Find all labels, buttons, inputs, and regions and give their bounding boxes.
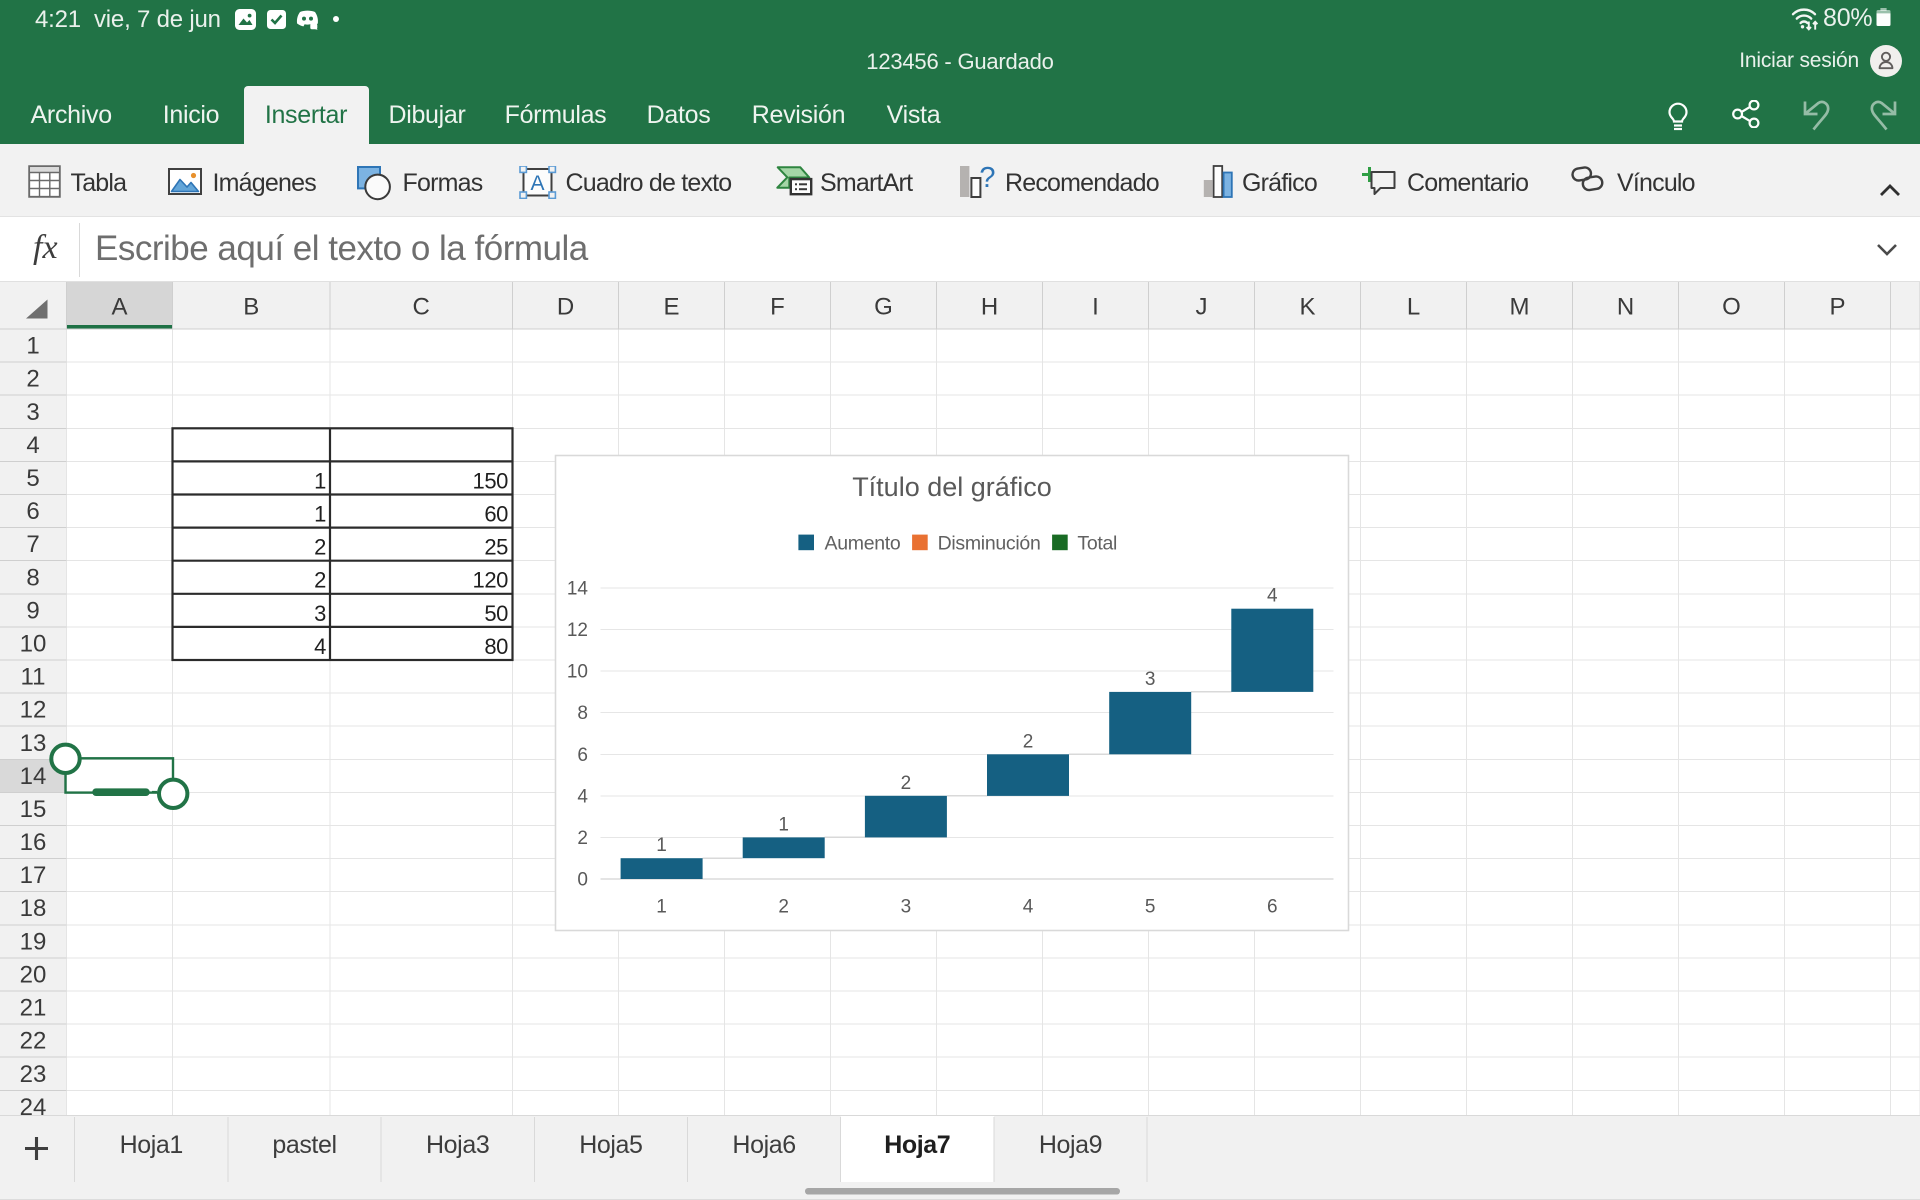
svg-text:12: 12 bbox=[567, 620, 588, 641]
svg-text:0: 0 bbox=[577, 870, 588, 891]
svg-text:C: C bbox=[413, 294, 430, 321]
svg-text:3: 3 bbox=[26, 399, 39, 426]
svg-text:50: 50 bbox=[484, 601, 508, 626]
svg-text:J: J bbox=[1196, 294, 1208, 321]
svg-text:22: 22 bbox=[20, 1028, 47, 1055]
svg-text:2: 2 bbox=[314, 535, 326, 560]
svg-text:13: 13 bbox=[20, 730, 47, 757]
svg-text:2: 2 bbox=[1023, 731, 1034, 752]
svg-text:2: 2 bbox=[778, 897, 789, 918]
svg-text:4: 4 bbox=[1023, 897, 1034, 918]
svg-text:24: 24 bbox=[20, 1094, 47, 1115]
svg-text:9: 9 bbox=[26, 597, 39, 624]
svg-text:23: 23 bbox=[20, 1061, 47, 1088]
svg-text:7: 7 bbox=[26, 531, 39, 558]
svg-text:5: 5 bbox=[26, 465, 39, 492]
svg-text:Título del gráfico: Título del gráfico bbox=[852, 472, 1052, 502]
svg-text:15: 15 bbox=[20, 796, 47, 823]
svg-text:150: 150 bbox=[472, 468, 508, 493]
svg-text:6: 6 bbox=[577, 745, 588, 766]
svg-text:K: K bbox=[1299, 294, 1315, 321]
svg-text:1: 1 bbox=[26, 333, 39, 360]
svg-text:19: 19 bbox=[20, 928, 47, 955]
svg-text:A: A bbox=[530, 172, 544, 195]
svg-text:4: 4 bbox=[1267, 586, 1278, 607]
svg-text:D: D bbox=[557, 294, 574, 321]
svg-text:A: A bbox=[111, 294, 127, 321]
svg-text:16: 16 bbox=[20, 829, 47, 856]
svg-text:F: F bbox=[770, 294, 785, 321]
svg-text:6: 6 bbox=[26, 498, 39, 525]
svg-text:1: 1 bbox=[778, 814, 789, 835]
svg-text:18: 18 bbox=[20, 895, 47, 922]
svg-text:2: 2 bbox=[26, 366, 39, 393]
svg-text:3: 3 bbox=[314, 601, 326, 626]
svg-text:10: 10 bbox=[20, 631, 47, 658]
svg-text:2: 2 bbox=[901, 773, 912, 794]
svg-text:Aumento: Aumento bbox=[825, 533, 901, 555]
svg-text:21: 21 bbox=[20, 995, 47, 1022]
svg-text:1: 1 bbox=[656, 897, 667, 918]
svg-text:8: 8 bbox=[26, 564, 39, 591]
svg-text:10: 10 bbox=[567, 662, 588, 683]
svg-text:17: 17 bbox=[20, 862, 47, 889]
svg-text:11: 11 bbox=[21, 664, 46, 691]
svg-text:Total: Total bbox=[1077, 533, 1117, 555]
svg-text:3: 3 bbox=[1145, 669, 1156, 690]
svg-text:E: E bbox=[663, 294, 679, 321]
svg-text:14: 14 bbox=[20, 763, 47, 790]
svg-text:I: I bbox=[1092, 294, 1099, 321]
svg-text:14: 14 bbox=[567, 578, 589, 599]
svg-text:80: 80 bbox=[484, 634, 508, 659]
svg-text:1: 1 bbox=[314, 468, 326, 493]
svg-text:25: 25 bbox=[484, 535, 508, 560]
svg-text:O: O bbox=[1722, 294, 1741, 321]
svg-text:20: 20 bbox=[20, 961, 47, 988]
svg-text:M: M bbox=[1510, 294, 1530, 321]
svg-text:120: 120 bbox=[472, 568, 508, 593]
svg-text:8: 8 bbox=[577, 703, 588, 724]
svg-text:4: 4 bbox=[314, 634, 326, 659]
svg-text:Disminución: Disminución bbox=[938, 533, 1041, 555]
svg-text:B: B bbox=[243, 294, 259, 321]
svg-text:2: 2 bbox=[577, 828, 588, 849]
svg-text:N: N bbox=[1617, 294, 1634, 321]
svg-text:?: ? bbox=[979, 165, 995, 194]
svg-text:60: 60 bbox=[484, 502, 508, 527]
svg-text:H: H bbox=[981, 294, 998, 321]
svg-text:L: L bbox=[1407, 294, 1420, 321]
svg-text:4: 4 bbox=[577, 786, 588, 807]
svg-text:3: 3 bbox=[901, 897, 912, 918]
svg-text:12: 12 bbox=[20, 697, 47, 724]
svg-text:2: 2 bbox=[314, 568, 326, 593]
svg-text:6: 6 bbox=[1267, 897, 1278, 918]
svg-text:1: 1 bbox=[656, 835, 667, 856]
svg-text:1: 1 bbox=[314, 502, 326, 527]
svg-text:4: 4 bbox=[26, 432, 39, 459]
svg-text:5: 5 bbox=[1145, 897, 1156, 918]
svg-text:P: P bbox=[1829, 294, 1845, 321]
svg-text:G: G bbox=[874, 294, 893, 321]
